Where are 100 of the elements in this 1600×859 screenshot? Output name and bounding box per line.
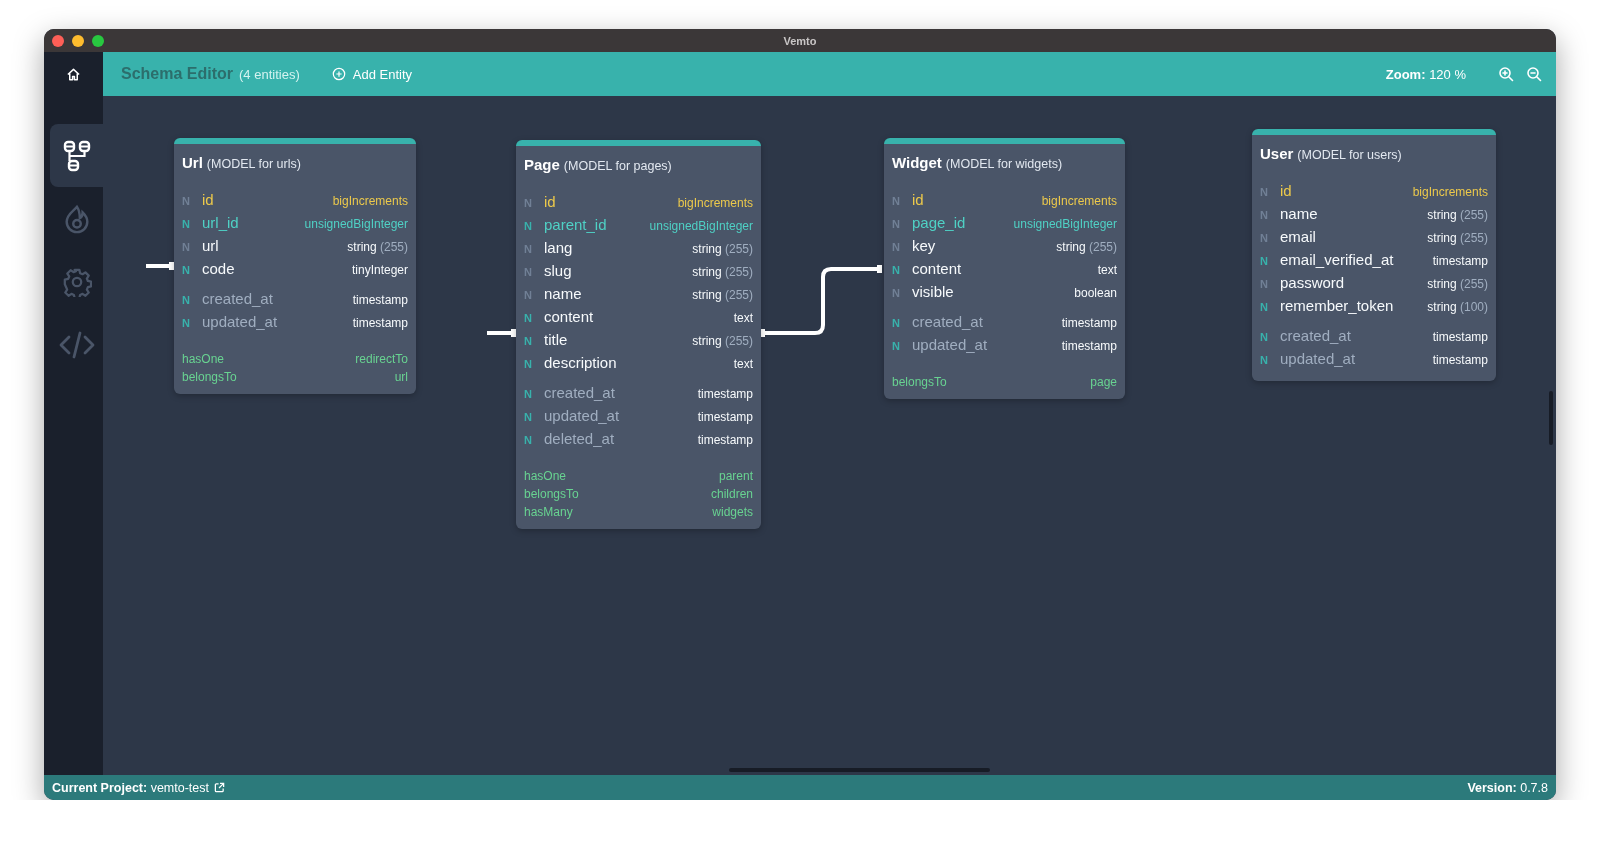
entity-card[interactable] <box>1252 129 1496 381</box>
relation-type: belongsTo <box>182 370 237 384</box>
entity-count: (4 entities) <box>239 66 300 82</box>
nullable-label: N <box>524 388 532 400</box>
diagram-icon <box>62 139 91 172</box>
nullable-label: N <box>892 340 900 352</box>
field-type: unsignedBigInteger <box>1013 217 1117 231</box>
field-name: created_at <box>1280 327 1351 344</box>
field-name: updated_at <box>202 313 278 330</box>
entity-name: User <box>1260 145 1294 162</box>
entity-card[interactable] <box>516 140 761 529</box>
field-name: description <box>544 354 617 371</box>
field-name: slug <box>544 262 572 279</box>
field-type: timestamp <box>697 410 753 424</box>
field-name: name <box>1280 205 1318 222</box>
vertical-scrollbar[interactable] <box>1549 391 1553 445</box>
field-type: timestamp <box>697 387 753 401</box>
field-type: string (255) <box>1427 277 1488 291</box>
field-type: string (255) <box>347 240 408 254</box>
field-name: created_at <box>912 313 983 330</box>
field-name: content <box>912 260 962 277</box>
field-name: lang <box>544 239 573 256</box>
field-type: unsignedBigInteger <box>649 219 753 233</box>
sidebar-item[interactable] <box>50 124 103 187</box>
app-version: Version: 0.7.8 <box>1467 780 1548 795</box>
nullable-label: N <box>182 264 190 276</box>
nullable-label: N <box>892 317 900 329</box>
zoom-in-icon[interactable] <box>1498 66 1514 82</box>
relation-name: widgets <box>712 505 753 519</box>
nullable-label: N <box>524 220 532 232</box>
field-type: timestamp <box>352 293 408 307</box>
field-type: string (255) <box>692 334 753 348</box>
field-type: string (255) <box>692 242 753 256</box>
external-link-icon[interactable] <box>214 782 225 793</box>
relation-type: hasMany <box>524 505 573 519</box>
field-type: timestamp <box>697 433 753 447</box>
field-name: name <box>544 285 582 302</box>
field-type: string (100) <box>1427 300 1488 314</box>
plus-circle-icon <box>331 67 346 81</box>
field-name: id <box>544 193 556 210</box>
settings-icon <box>61 266 92 297</box>
page-title: Schema Editor <box>121 65 234 83</box>
field-type: text <box>733 311 753 325</box>
relation-name: parent <box>718 469 753 483</box>
field-type: bigIncrements <box>1412 185 1488 199</box>
field-type: bigIncrements <box>332 194 408 208</box>
entity-subtitle: (MODEL for widgets) <box>945 157 1063 171</box>
field-type: timestamp <box>1432 254 1488 268</box>
close-button[interactable] <box>52 34 64 47</box>
field-type: boolean <box>1074 286 1117 300</box>
nullable-label: N <box>1260 255 1268 267</box>
field-type: string (255) <box>1427 231 1488 245</box>
field-name: remember_token <box>1280 297 1394 314</box>
connector-line <box>487 329 516 337</box>
nullable-label: N <box>182 218 190 230</box>
entity-name: Page <box>524 156 560 173</box>
nullable-label: N <box>182 317 190 329</box>
field-type: timestamp <box>1432 330 1488 344</box>
field-name: content <box>544 308 594 325</box>
relation-type: hasOne <box>524 469 567 483</box>
field-type: string (255) <box>1056 240 1117 254</box>
connector-line <box>146 262 174 270</box>
nullable-label: N <box>524 411 532 423</box>
nullable-label: N <box>182 294 190 306</box>
field-type: bigIncrements <box>677 196 753 210</box>
field-name: created_at <box>202 290 273 307</box>
horizontal-scrollbar[interactable] <box>729 768 990 772</box>
field-type: text <box>733 357 753 371</box>
field-type: string (255) <box>692 265 753 279</box>
nullable-label: N <box>524 335 532 347</box>
relation-name: children <box>710 487 753 501</box>
entity-subtitle: (MODEL for users) <box>1297 148 1402 162</box>
minimize-button[interactable] <box>72 34 84 47</box>
field-name: visible <box>912 283 954 300</box>
entity-subtitle: (MODEL for urls) <box>206 157 301 171</box>
field-name: updated_at <box>912 336 988 353</box>
field-type: timestamp <box>1432 353 1488 367</box>
field-name: updated_at <box>544 407 620 424</box>
entity-name: Widget <box>892 154 942 171</box>
zoom-out-icon[interactable] <box>1526 66 1542 82</box>
code-icon <box>58 330 95 359</box>
entity-name: Url <box>182 154 203 171</box>
relation-name: url <box>394 370 408 384</box>
nullable-label: N <box>524 358 532 370</box>
field-name: updated_at <box>1280 350 1356 367</box>
relation-name: redirectTo <box>355 352 408 366</box>
entity-subtitle: (MODEL for pages) <box>563 159 672 173</box>
current-project: Current Project: vemto-test <box>52 780 209 795</box>
field-name: parent_id <box>544 216 607 233</box>
maximize-button[interactable] <box>92 34 104 47</box>
field-type: string (255) <box>692 288 753 302</box>
field-name: title <box>544 331 568 348</box>
field-type: text <box>1097 263 1117 277</box>
relation-type: belongsTo <box>524 487 579 501</box>
field-type: timestamp <box>352 316 408 330</box>
field-name: created_at <box>544 384 615 401</box>
nullable-label: N <box>524 434 532 446</box>
nullable-label: N <box>524 312 532 324</box>
field-type: unsignedBigInteger <box>304 217 408 231</box>
field-name: deleted_at <box>544 430 615 447</box>
